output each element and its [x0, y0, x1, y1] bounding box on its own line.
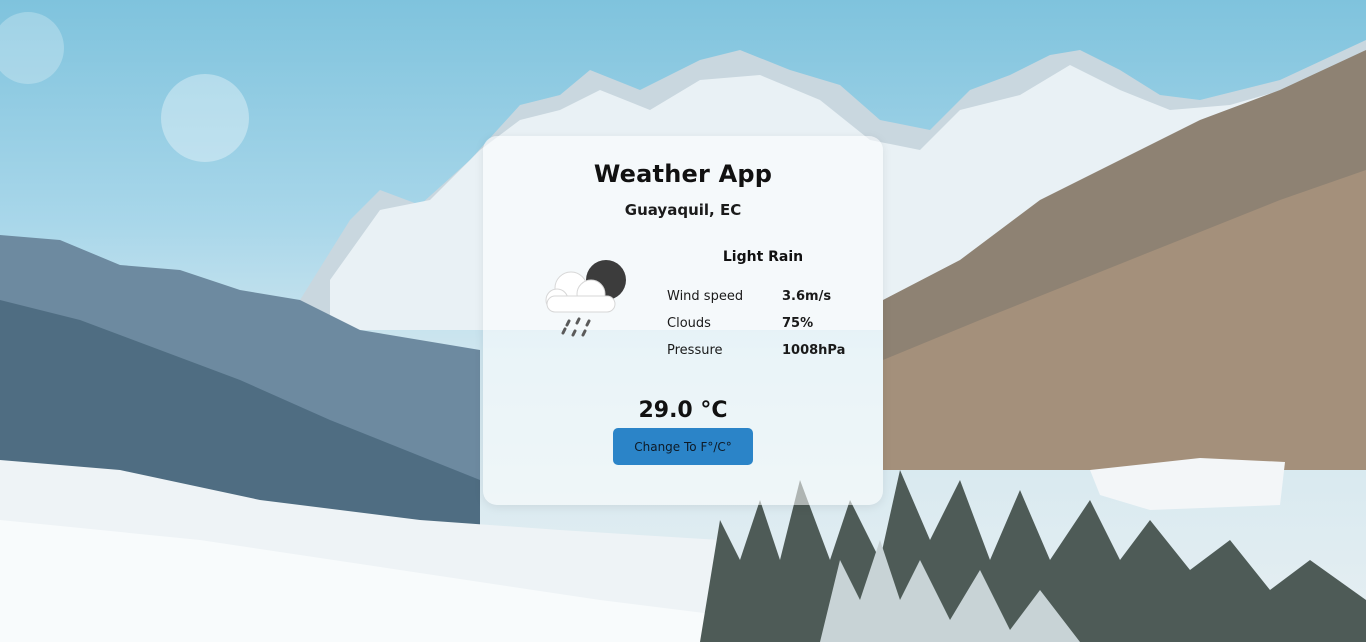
detail-row-clouds: Clouds 75%: [667, 310, 867, 337]
change-unit-button[interactable]: Change To F°/C°: [613, 428, 753, 465]
pressure-label: Pressure: [667, 343, 723, 358]
weather-card: Weather App Guayaquil, EC Light Rain Win…: [483, 136, 883, 505]
detail-row-pressure: Pressure 1008hPa: [667, 337, 867, 364]
wind-speed-label: Wind speed: [667, 289, 744, 304]
temperature-value: 29.0 °C: [638, 398, 728, 423]
weather-details: Wind speed 3.6m/s Clouds 75% Pressure 10…: [667, 283, 867, 364]
clouds-value: 75%: [782, 316, 814, 331]
detail-row-wind-speed: Wind speed 3.6m/s: [667, 283, 867, 310]
wind-speed-value: 3.6m/s: [782, 289, 832, 304]
app-title: Weather App: [593, 160, 773, 188]
weather-description: Light Rain: [722, 249, 804, 265]
pressure-value: 1008hPa: [782, 343, 846, 358]
location-label: Guayaquil, EC: [624, 201, 742, 219]
clouds-label: Clouds: [667, 316, 711, 331]
cloud-rain-moon-icon: [543, 258, 633, 343]
